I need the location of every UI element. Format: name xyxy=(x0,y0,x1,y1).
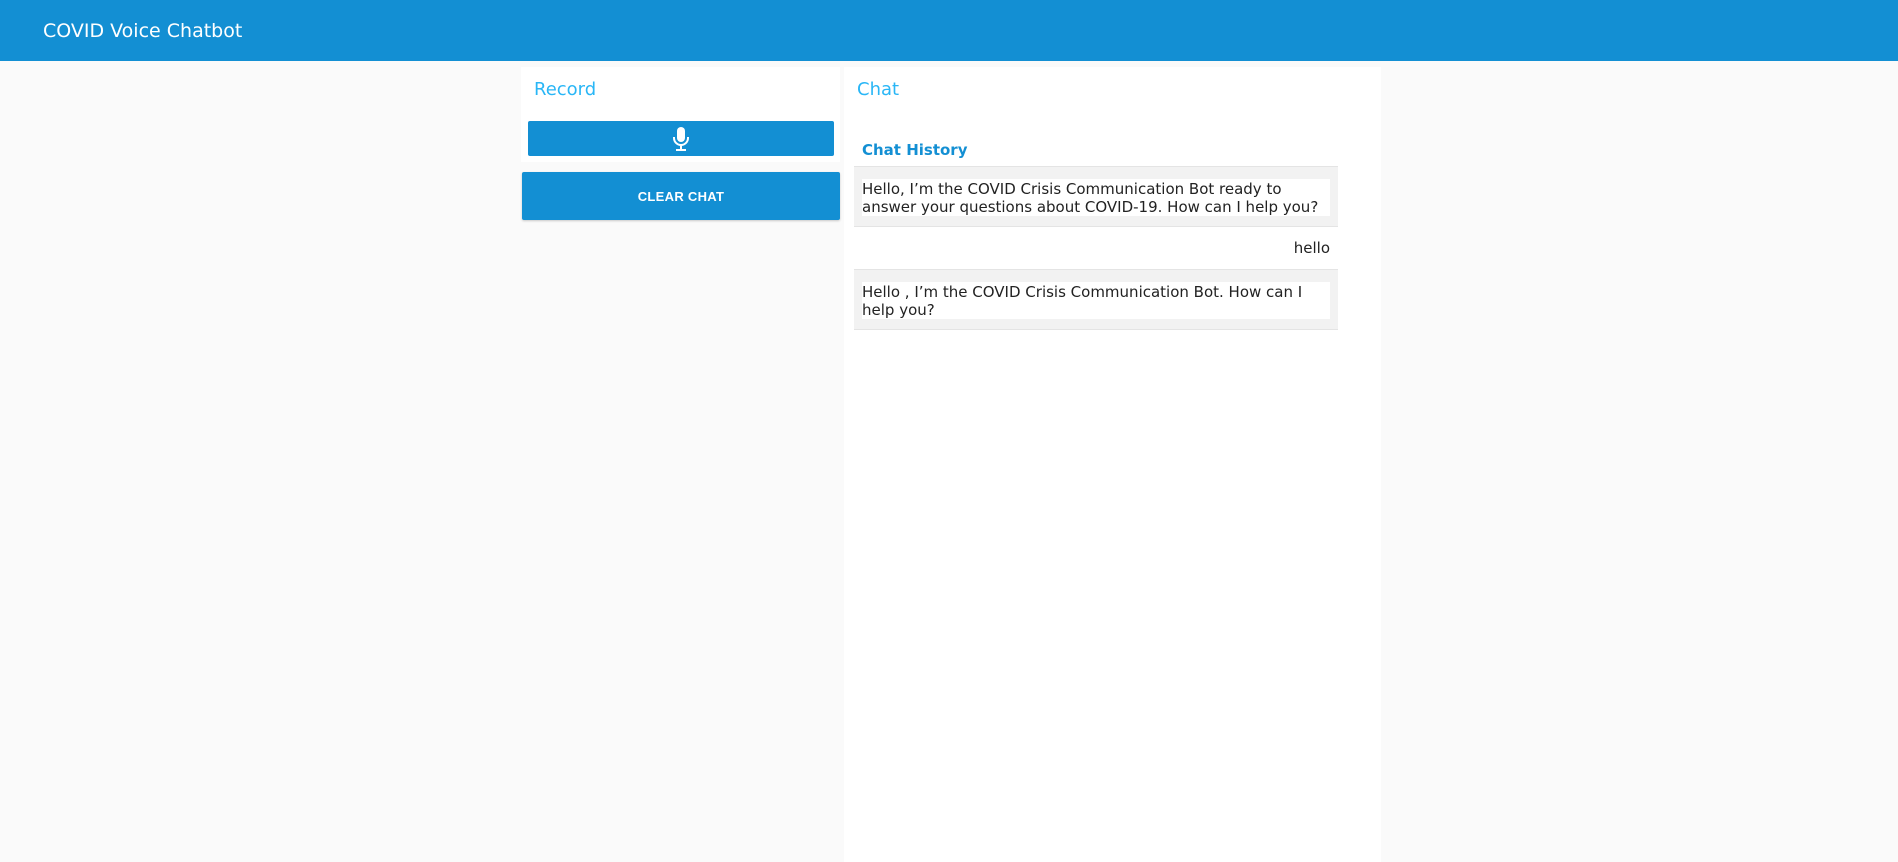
bot-message-text: Hello , I’m the COVID Crisis Communicati… xyxy=(862,282,1330,319)
bot-message: Hello , I’m the COVID Crisis Communicati… xyxy=(854,270,1338,330)
chat-panel: Chat Chat History Hello, I’m the COVID C… xyxy=(844,67,1381,862)
chat-history-title: Chat History xyxy=(854,134,1338,167)
user-message: hello xyxy=(854,227,1338,270)
user-message-text: hello xyxy=(1293,239,1330,257)
bot-message-text: Hello, I’m the COVID Crisis Communicatio… xyxy=(862,179,1330,216)
record-panel: Record CLEAR CHAT xyxy=(521,67,840,862)
record-button[interactable] xyxy=(528,121,834,156)
microphone-icon xyxy=(673,126,689,151)
record-heading: Record xyxy=(534,79,597,100)
chat-heading: Chat xyxy=(857,79,900,100)
app-bar: COVID Voice Chatbot xyxy=(0,0,1898,61)
app-title: COVID Voice Chatbot xyxy=(43,19,243,42)
record-header: Record xyxy=(521,67,840,162)
bot-message: Hello, I’m the COVID Crisis Communicatio… xyxy=(854,167,1338,227)
clear-chat-button[interactable]: CLEAR CHAT xyxy=(522,172,840,220)
chat-history: Chat History Hello, I’m the COVID Crisis… xyxy=(854,134,1338,330)
